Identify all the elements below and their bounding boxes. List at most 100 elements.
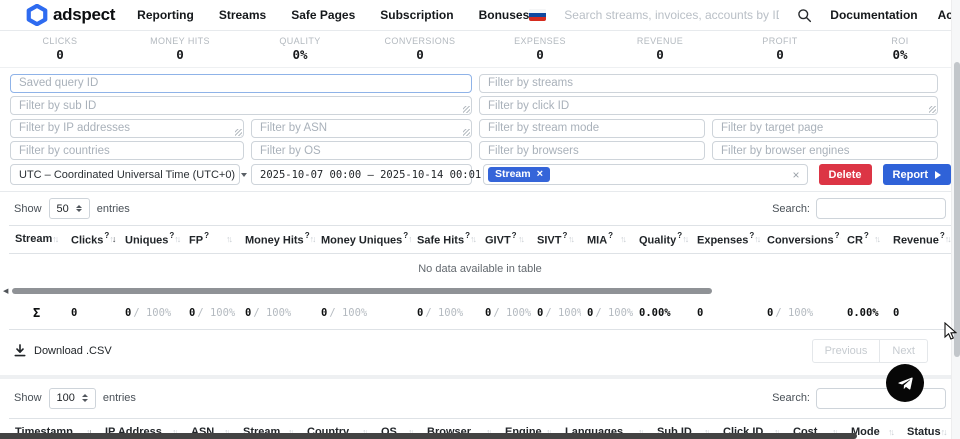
clicks-table-search-input[interactable] <box>816 388 946 409</box>
page-scrollbar[interactable] <box>951 0 960 439</box>
sort-icon: ↑↓ <box>310 234 315 244</box>
next-page-button[interactable]: Next <box>879 339 928 363</box>
stat-profit: PROFIT0 <box>720 31 840 67</box>
stat-label: ROI <box>891 36 908 46</box>
stat-quality: QUALITY0% <box>240 31 360 67</box>
logo[interactable]: adspect <box>26 4 115 26</box>
column-header-mia[interactable]: MIA?↑↓ <box>581 226 633 254</box>
tag-remove-icon[interactable]: × <box>537 169 543 180</box>
summary-cell: 0/ 100% <box>119 298 183 330</box>
column-header-conversions[interactable]: Conversions?↑↓ <box>761 226 841 254</box>
scrollbar-thumb[interactable] <box>12 288 712 294</box>
help-icon: ? <box>512 231 517 240</box>
page-size-select[interactable]: 50 <box>49 198 90 219</box>
search-icon[interactable] <box>797 8 812 23</box>
stat-label: CONVERSIONS <box>385 36 456 46</box>
stat-label: REVENUE <box>637 36 683 46</box>
sort-icon: ↑↓ <box>682 234 690 244</box>
filter-os-input[interactable] <box>251 141 472 160</box>
help-icon: ? <box>940 231 945 240</box>
saved-query-id-input[interactable] <box>10 74 472 93</box>
stat-value: 0 <box>656 47 664 62</box>
nav-link-reporting[interactable]: Reporting <box>137 8 194 22</box>
stream-tag[interactable]: Stream × <box>488 167 550 182</box>
column-label: Stream <box>15 233 52 245</box>
stat-clicks: CLICKS0 <box>0 31 120 67</box>
report-table-controls: Show 50 entries Search: <box>0 191 960 225</box>
page-size-select[interactable]: 100 <box>49 388 96 409</box>
column-header-quality[interactable]: Quality?↑↓ <box>633 226 691 254</box>
scroll-left-icon[interactable]: ◀ <box>3 288 8 295</box>
clicks-table-horizontal-scrollbar[interactable] <box>0 433 857 439</box>
column-header-stream[interactable]: Stream↑↓ <box>9 226 65 254</box>
report-table-horizontal-scrollbar[interactable]: ◀ ▶ <box>9 285 951 298</box>
report-type-tag-input[interactable]: Stream × × <box>483 164 808 185</box>
column-label: CR? <box>847 232 869 247</box>
nav-link-safe-pages[interactable]: Safe Pages <box>291 8 355 22</box>
column-header-expenses[interactable]: Expenses?↑↓ <box>691 226 761 254</box>
timezone-value: UTC – Coordinated Universal Time (UTC+0) <box>19 169 235 181</box>
column-label: Uniques? <box>125 232 174 247</box>
summary-cell: 0 <box>65 298 119 330</box>
filter-ip-input[interactable] <box>10 119 244 138</box>
column-header-givt[interactable]: GIVT?↑↓ <box>479 226 531 254</box>
column-header-uniques[interactable]: Uniques?↑↓ <box>119 226 183 254</box>
previous-page-button[interactable]: Previous <box>812 339 881 363</box>
date-range-input[interactable]: 2025-10-07 00:00 – 2025-10-14 00:01 <box>251 164 472 185</box>
timezone-select[interactable]: UTC – Coordinated Universal Time (UTC+0) <box>10 164 240 185</box>
column-label: GIVT? <box>485 232 517 247</box>
nav-link-documentation[interactable]: Documentation <box>830 8 917 22</box>
column-header-revenue[interactable]: Revenue?↑↓ <box>887 226 951 254</box>
help-icon: ? <box>305 231 310 240</box>
nav-link-streams[interactable]: Streams <box>219 8 266 22</box>
filter-stream-mode-input[interactable] <box>479 119 705 138</box>
column-header-safe-hits[interactable]: Safe Hits?↑↓ <box>411 226 479 254</box>
column-label: Safe Hits? <box>417 232 470 247</box>
column-header-status[interactable]: Status↑↓ <box>901 418 951 439</box>
stat-label: CLICKS <box>43 36 78 46</box>
select-caret-icon <box>76 205 82 213</box>
show-label: Show <box>14 203 42 215</box>
clear-tags-icon[interactable]: × <box>793 169 800 181</box>
column-header-sivt[interactable]: SIVT?↑↓ <box>531 226 581 254</box>
column-label: FP? <box>189 232 209 247</box>
report-table: Stream↑↓Clicks?↑↓Uniques?↑↓FP?↑↓Money Hi… <box>9 225 951 330</box>
filter-target-page-input[interactable] <box>712 119 938 138</box>
filter-browser-engines-input[interactable] <box>712 141 938 160</box>
report-table-search-input[interactable] <box>816 198 946 219</box>
column-label: Money Uniques? <box>321 232 408 247</box>
sort-icon: ↑↓ <box>941 427 949 437</box>
sort-icon: ↑↓ <box>470 234 478 244</box>
column-header-clicks[interactable]: Clicks?↑↓ <box>65 226 119 254</box>
filter-sub-id-input[interactable] <box>10 96 472 115</box>
column-header-fp[interactable]: FP?↑↓ <box>183 226 239 254</box>
column-header-money-uniques[interactable]: Money Uniques?↑↓ <box>315 226 411 254</box>
stat-conversions: CONVERSIONS0 <box>360 31 480 67</box>
filter-browsers-input[interactable] <box>479 141 705 160</box>
filter-streams-input[interactable] <box>479 74 938 93</box>
empty-table-message: No data available in table <box>9 253 951 285</box>
play-icon <box>935 171 941 179</box>
telegram-icon <box>896 374 915 393</box>
filter-click-id-input[interactable] <box>479 96 938 115</box>
column-header-money-hits[interactable]: Money Hits?↑↓ <box>239 226 315 254</box>
global-search-input[interactable] <box>564 8 779 22</box>
russian-flag-icon[interactable] <box>529 9 546 21</box>
column-label: SIVT? <box>537 232 567 247</box>
column-label: MIA? <box>587 232 613 247</box>
report-button[interactable]: Report <box>883 164 951 185</box>
filter-asn-input[interactable] <box>251 119 472 138</box>
nav-link-bonuses[interactable]: Bonuses <box>479 8 530 22</box>
filter-countries-input[interactable] <box>10 141 244 160</box>
download-csv-link[interactable]: Download .CSV <box>14 344 112 357</box>
column-header-cr[interactable]: CR?↑↓ <box>841 226 887 254</box>
sort-icon: ↑↓ <box>888 427 896 437</box>
delete-button[interactable]: Delete <box>819 164 872 185</box>
telegram-button[interactable] <box>886 364 924 402</box>
sort-icon: ↑↓ <box>518 234 526 244</box>
main-nav: Reporting Streams Safe Pages Subscription Bo… <box>137 8 529 22</box>
page-scrollbar-thumb[interactable] <box>954 62 960 357</box>
help-icon: ? <box>465 231 470 240</box>
help-icon: ? <box>104 231 109 240</box>
nav-link-subscription[interactable]: Subscription <box>380 8 453 22</box>
